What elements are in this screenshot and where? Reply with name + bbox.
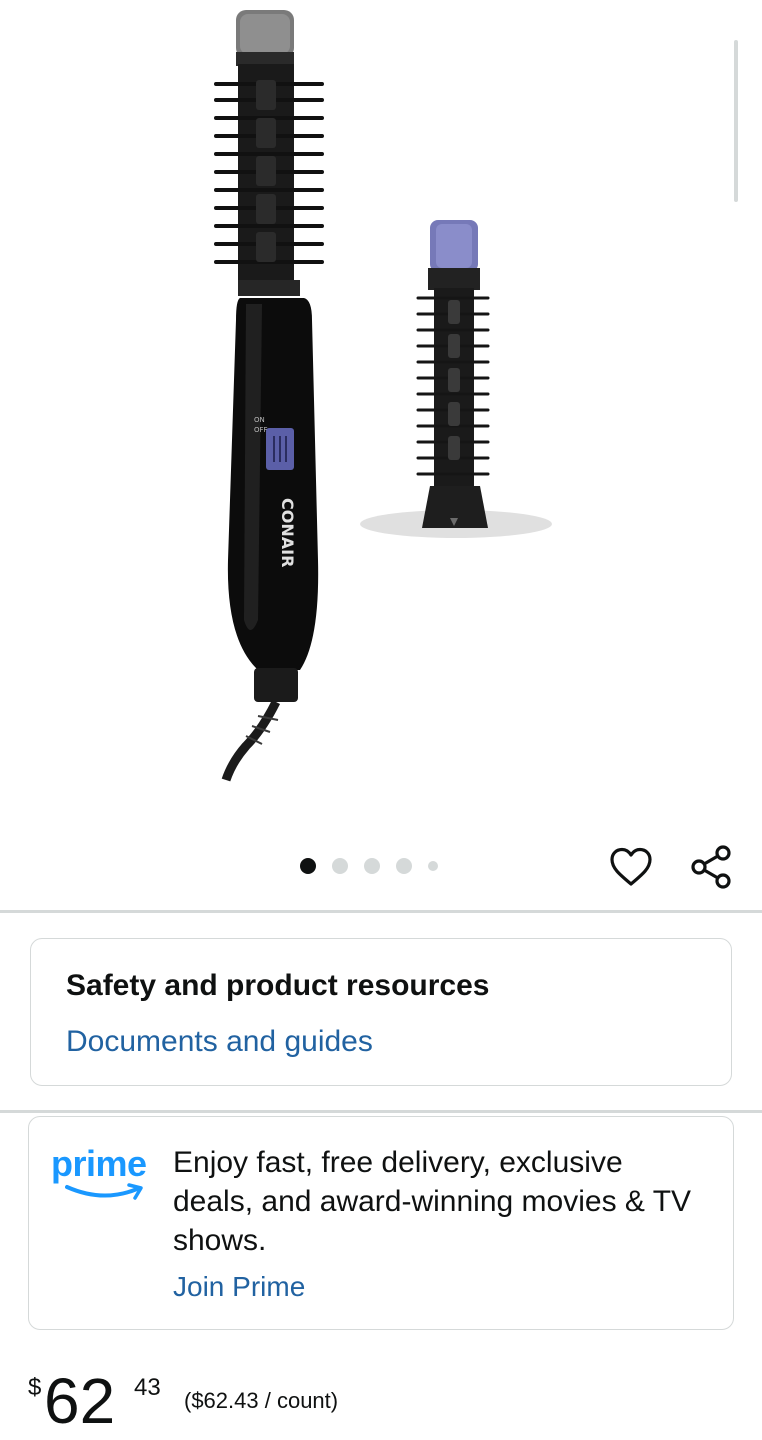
join-prime-link[interactable]: Join Prime [173, 1271, 305, 1303]
carousel-dot-4[interactable] [396, 858, 412, 874]
heart-icon [610, 847, 652, 886]
hot-air-brush-image: ON OFF CONAIR [214, 10, 324, 782]
prime-smile-icon [65, 1183, 143, 1200]
brush-attachment-image [360, 220, 552, 538]
price-fraction: 43 [134, 1374, 161, 1401]
carousel-dots[interactable] [300, 856, 438, 876]
share-button[interactable] [684, 840, 738, 894]
safety-resources-title: Safety and product resources [66, 969, 490, 1002]
documents-and-guides-link[interactable]: Documents and guides [66, 1025, 373, 1059]
carousel-dot-5[interactable] [428, 861, 438, 871]
scrollbar-thumb[interactable] [734, 40, 738, 202]
carousel-dot-2[interactable] [332, 858, 348, 874]
price-whole: 62 [44, 1365, 116, 1437]
carousel-dot-1[interactable] [300, 858, 316, 874]
share-icon [691, 845, 731, 889]
section-divider [0, 1110, 762, 1113]
carousel-dot-3[interactable] [364, 858, 380, 874]
section-divider [0, 910, 762, 913]
prime-logo: prime [51, 1143, 159, 1207]
product-image[interactable]: ON OFF CONAIR [0, 0, 762, 800]
switch-on-label: ON [254, 416, 265, 424]
wishlist-button[interactable] [606, 842, 656, 892]
price-row: $ 62 43 ($62.43 / count) [28, 1362, 748, 1440]
switch-off-label: OFF [254, 426, 268, 434]
prime-promo-card[interactable]: prime Enjoy fast, free delivery, exclusi… [28, 1116, 734, 1330]
safety-resources-card[interactable]: Safety and product resources Documents a… [30, 938, 732, 1086]
product-image-gallery[interactable]: ON OFF CONAIR [0, 0, 762, 800]
prime-description: Enjoy fast, free delivery, exclusive dea… [173, 1146, 692, 1257]
price-currency-symbol: $ [28, 1374, 42, 1401]
unit-price: ($62.43 / count) [184, 1388, 339, 1413]
brand-logo-text: CONAIR [278, 498, 297, 567]
prime-logo-text: prime [51, 1143, 147, 1184]
